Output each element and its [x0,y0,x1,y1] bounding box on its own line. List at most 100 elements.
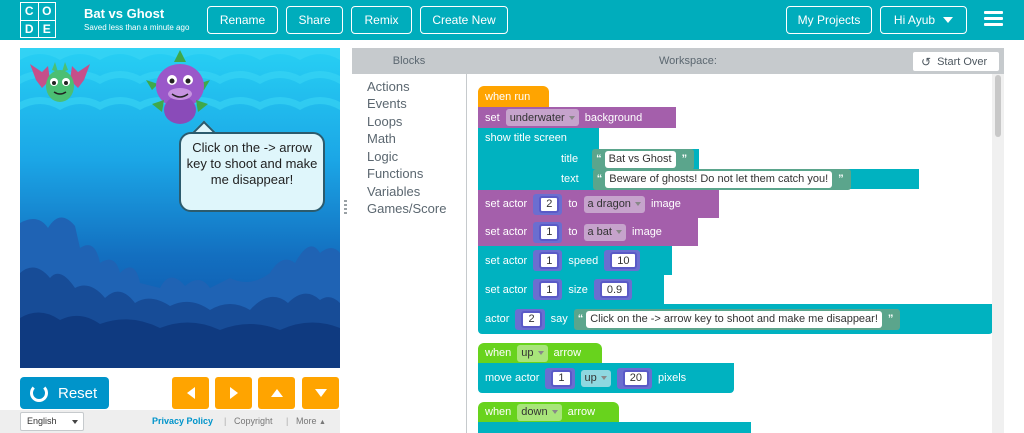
title-string-value[interactable]: Bat vs Ghost [604,150,676,168]
rename-button[interactable]: Rename [207,6,278,34]
set-actor-size-block[interactable]: set actor 1 size 0.9 [478,275,664,304]
block-label: set actor [485,283,528,296]
dropdown-arrow-icon [615,230,622,234]
block-label: set [485,111,500,124]
say-string-block[interactable]: “Click on the -> arrow key to shoot and … [573,308,901,330]
block-label: move actor [485,372,540,384]
hamburger-menu-icon[interactable] [984,11,1003,27]
workspace[interactable]: when run set underwater background show … [467,74,1004,433]
my-projects-button[interactable]: My Projects [786,6,872,34]
user-menu-button[interactable]: Hi Ayub [880,6,967,34]
number-block[interactable]: 2 [515,308,545,330]
language-select[interactable]: English [20,412,84,431]
arrow-dropdown[interactable]: up [517,344,548,362]
direction-dropdown[interactable]: up [580,369,611,387]
more-link[interactable]: More ▲ [296,416,326,426]
remix-button[interactable]: Remix [351,6,412,34]
number-block[interactable]: 1 [545,367,575,389]
number-value[interactable]: 1 [539,281,560,298]
set-actor-image-block[interactable]: set actor 1 to a bat image [478,218,698,246]
start-over-button[interactable]: ↺ Start Over [912,51,1000,72]
move-actor-block[interactable]: move actor 1 up 20 pixels [478,363,734,393]
footer-bar: English Privacy Policy | Copyright | Mor… [0,410,340,433]
number-value[interactable]: 0.9 [599,281,630,298]
copyright-link[interactable]: Copyright [234,416,273,426]
toolbox-header: Blocks [352,48,466,74]
category-events[interactable]: Events [367,96,407,111]
number-block[interactable]: 1 [533,279,563,300]
number-block[interactable]: 1 [533,221,563,243]
quote-open-icon: “ [577,313,584,325]
number-block[interactable]: 20 [616,367,653,389]
number-value[interactable]: 1 [551,369,572,387]
category-logic[interactable]: Logic [367,149,398,164]
up-arrow-button[interactable] [258,377,295,409]
block-label: size [568,283,588,296]
number-block[interactable]: 10 [604,250,640,271]
dropdown-value: a bat [587,226,612,238]
down-arrow-button[interactable] [302,377,339,409]
number-block[interactable]: 1 [533,250,563,271]
scrollbar-thumb[interactable] [995,75,1001,137]
number-value[interactable]: 2 [539,195,560,213]
say-string-value[interactable]: Click on the -> arrow key to shoot and m… [586,310,882,328]
category-variables[interactable]: Variables [367,184,420,199]
number-value[interactable]: 1 [539,223,560,241]
reset-button[interactable]: Reset [20,377,109,409]
dropdown-arrow-icon [634,202,641,206]
code-logo[interactable]: C O D E [20,2,56,38]
dropdown-value: up [521,347,534,359]
right-arrow-button[interactable] [215,377,252,409]
category-loops[interactable]: Loops [367,114,402,129]
logo-letter: E [38,20,55,37]
actor-say-block[interactable]: actor 2 say “Click on the -> arrow key t… [478,304,993,334]
set-background-block[interactable]: set underwater background [478,107,676,128]
project-title: Bat vs Ghost [84,6,165,21]
category-math[interactable]: Math [367,131,396,146]
footer-separator: | [224,416,227,426]
block-label: set actor [485,226,528,238]
image-dropdown[interactable]: a bat [583,223,626,241]
number-block[interactable]: 0.9 [593,279,633,300]
share-button[interactable]: Share [286,6,343,34]
move-actor-block-partial[interactable] [478,422,751,433]
block-label: image [631,226,662,238]
top-header: C O D E Bat vs Ghost Saved less than a m… [0,0,1024,40]
set-actor-image-block[interactable]: set actor 2 to a dragon image [478,190,719,218]
left-arrow-button[interactable] [172,377,209,409]
when-run-block[interactable]: when run [478,86,549,107]
arrow-dropdown[interactable]: down [517,403,562,421]
category-actions[interactable]: Actions [367,79,410,94]
when-arrow-block[interactable]: when up arrow [478,343,602,363]
title-string-block[interactable]: “Bat vs Ghost ” [592,148,695,170]
text-string-value[interactable]: Beware of ghosts! Do not let them catch … [605,170,833,188]
text-string-block[interactable]: “Beware of ghosts! Do not let them catch… [592,168,851,190]
when-arrow-block[interactable]: when down arrow [478,402,619,422]
number-value[interactable]: 1 [539,252,560,269]
dropdown-value: underwater [509,111,565,124]
block-label: speed [568,254,599,267]
number-value[interactable]: 10 [610,252,637,269]
arrow-right-icon [229,387,238,399]
start-over-label: Start Over [937,55,988,68]
number-value[interactable]: 2 [521,310,542,328]
image-dropdown[interactable]: a dragon [583,195,645,213]
set-actor-speed-block[interactable]: set actor 1 speed 10 [478,246,672,275]
logo-letter: O [38,3,55,20]
category-games-score[interactable]: Games/Score [367,201,446,216]
block-label: title [561,153,579,165]
background-dropdown[interactable]: underwater [505,109,579,126]
number-value[interactable]: 20 [622,369,650,387]
block-label: to [568,198,578,210]
privacy-policy-link[interactable]: Privacy Policy [152,416,213,426]
block-label: say [550,313,568,325]
game-canvas[interactable]: Click on the -> arrow key to shoot and m… [20,48,340,368]
number-block[interactable]: 2 [533,193,563,215]
resize-grip-icon[interactable] [344,200,347,214]
create-new-button[interactable]: Create New [420,6,508,34]
text-input-row: text “Beware of ghosts! Do not let them … [549,168,919,190]
panel-divider[interactable] [340,40,352,433]
category-functions[interactable]: Functions [367,166,423,181]
dropdown-value: a dragon [587,198,631,210]
block-label: when [485,406,512,418]
